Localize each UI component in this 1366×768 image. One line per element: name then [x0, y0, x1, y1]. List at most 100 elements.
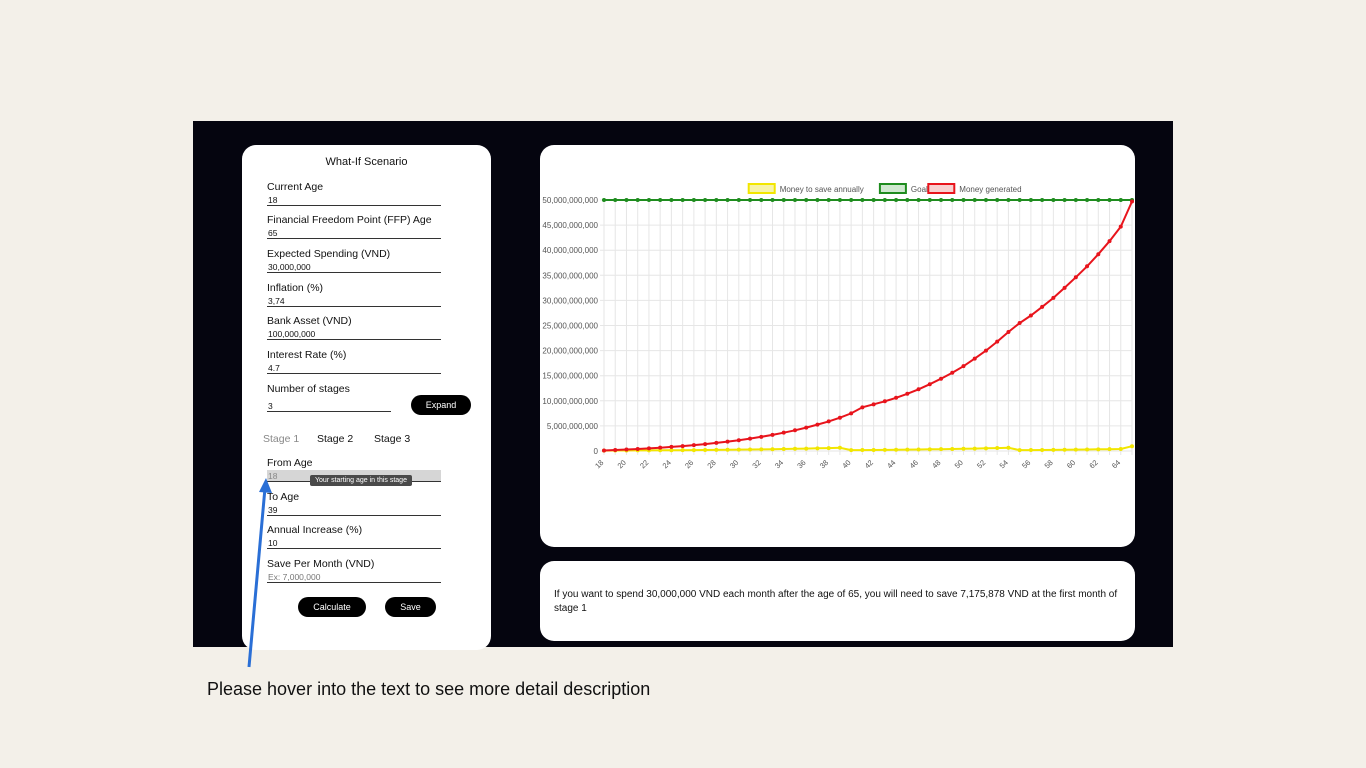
data-point-money-generated	[725, 439, 730, 444]
data-point-money-generated	[905, 391, 910, 396]
data-point-money-generated	[972, 356, 977, 361]
data-point-goal	[691, 198, 696, 202]
data-point-goal	[871, 198, 876, 202]
data-point-money-generated	[871, 402, 876, 407]
bank-asset-field: Bank Asset (VND) 100,000,000	[267, 315, 441, 340]
data-point-money-generated	[849, 411, 854, 416]
data-point-money-to-save-annually	[1118, 446, 1123, 451]
stages-input[interactable]: 3	[267, 400, 391, 412]
data-point-money-generated	[961, 364, 966, 369]
interest-rate-input[interactable]: 4.7	[267, 362, 441, 374]
inflation-input[interactable]: 3,74	[267, 295, 441, 307]
data-point-goal	[1040, 198, 1045, 202]
ffp-age-field: Financial Freedom Point (FFP) Age 65	[267, 214, 441, 239]
legend-swatch-money-generated	[927, 183, 956, 194]
current-age-field: Current Age 18	[267, 181, 441, 206]
save-per-month-label: Save Per Month (VND)	[267, 558, 375, 570]
save-button[interactable]: Save	[385, 597, 436, 617]
data-point-money-generated	[1028, 313, 1033, 318]
data-point-goal	[1006, 198, 1011, 202]
data-point-money-to-save-annually	[1085, 447, 1090, 452]
data-point-money-generated	[894, 395, 899, 400]
data-point-goal	[703, 198, 708, 202]
data-point-money-generated	[691, 443, 696, 448]
current-age-label: Current Age	[267, 181, 324, 193]
data-point-goal	[792, 198, 797, 202]
data-point-goal	[748, 198, 753, 202]
to-age-label: To Age	[267, 491, 300, 503]
data-point-money-generated	[669, 444, 674, 449]
x-tick-label: 20	[616, 458, 628, 470]
data-point-money-generated	[927, 382, 932, 387]
data-point-goal	[972, 198, 977, 202]
data-point-goal	[927, 198, 932, 202]
data-point-goal	[646, 198, 651, 202]
from-age-label[interactable]: From Age	[267, 457, 441, 470]
data-point-money-to-save-annually	[826, 446, 831, 451]
tab-stage-2[interactable]: Stage 2	[317, 433, 353, 445]
data-point-money-generated	[837, 415, 842, 420]
save-per-month-input[interactable]: Ex: 7,000,000	[267, 571, 441, 583]
y-tick-label: 0	[594, 447, 599, 456]
x-tick-label: 30	[728, 458, 740, 470]
data-point-money-generated	[1051, 295, 1056, 300]
data-point-money-to-save-annually	[1096, 447, 1101, 452]
tab-stage-1[interactable]: Stage 1	[263, 433, 299, 445]
data-point-money-to-save-annually	[1017, 448, 1022, 453]
data-point-money-generated	[658, 445, 663, 450]
tab-stage-3[interactable]: Stage 3	[374, 433, 410, 445]
x-tick-label: 38	[818, 458, 830, 470]
spending-input[interactable]: 30,000,000	[267, 261, 441, 273]
data-point-goal	[849, 198, 854, 202]
data-point-money-to-save-annually	[927, 447, 932, 452]
x-tick-label: 42	[863, 458, 875, 470]
expand-button[interactable]: Expand	[411, 395, 471, 415]
x-tick-label: 32	[750, 458, 762, 470]
data-point-goal	[815, 198, 820, 202]
data-point-goal	[736, 198, 741, 202]
annual-increase-field: Annual Increase (%) 10	[267, 524, 441, 549]
data-point-money-to-save-annually	[1051, 447, 1056, 452]
data-point-goal	[1028, 198, 1033, 202]
data-point-money-generated	[995, 339, 1000, 344]
data-point-goal	[894, 198, 899, 202]
x-tick-label: 28	[705, 458, 717, 470]
data-point-money-to-save-annually	[1028, 448, 1033, 453]
data-point-money-to-save-annually	[916, 447, 921, 452]
bank-asset-input[interactable]: 100,000,000	[267, 328, 441, 340]
current-age-input[interactable]: 18	[267, 194, 441, 206]
ffp-age-input[interactable]: 65	[267, 227, 441, 239]
data-point-money-to-save-annually	[714, 447, 719, 452]
data-point-money-generated	[950, 370, 955, 375]
legend-swatch-money-to-save-annually	[747, 183, 776, 194]
data-point-money-generated	[613, 448, 618, 453]
annual-increase-label: Annual Increase (%)	[267, 524, 363, 536]
x-tick-label: 60	[1065, 458, 1077, 470]
data-point-money-to-save-annually	[792, 446, 797, 451]
data-point-goal	[961, 198, 966, 202]
data-point-money-to-save-annually	[703, 447, 708, 452]
x-tick-label: 54	[998, 458, 1010, 470]
y-tick-label: 40,000,000,000	[542, 246, 598, 255]
panel-title: What-If Scenario	[325, 156, 408, 168]
y-tick-label: 45,000,000,000	[542, 221, 598, 230]
annual-increase-input[interactable]: 10	[267, 537, 441, 549]
legend-swatch-goal	[878, 183, 907, 194]
bank-asset-label: Bank Asset (VND)	[267, 315, 352, 327]
data-point-money-generated	[1085, 264, 1090, 269]
stages-field: Number of stages 3	[267, 383, 391, 412]
data-point-goal	[759, 198, 764, 202]
data-point-money-generated	[815, 422, 820, 427]
data-point-money-generated	[1073, 275, 1078, 280]
data-point-money-to-save-annually	[804, 446, 809, 451]
calculate-button[interactable]: Calculate	[298, 597, 366, 617]
data-point-money-to-save-annually	[860, 448, 865, 453]
data-point-goal	[781, 198, 786, 202]
x-tick-label: 48	[930, 458, 942, 470]
data-point-money-to-save-annually	[691, 448, 696, 453]
from-age-tooltip: Your starting age in this stage	[310, 475, 412, 486]
interest-rate-field: Interest Rate (%) 4.7	[267, 349, 441, 374]
data-point-money-generated	[1130, 199, 1134, 204]
to-age-input[interactable]: 39	[267, 504, 441, 516]
data-point-money-generated	[939, 376, 944, 381]
